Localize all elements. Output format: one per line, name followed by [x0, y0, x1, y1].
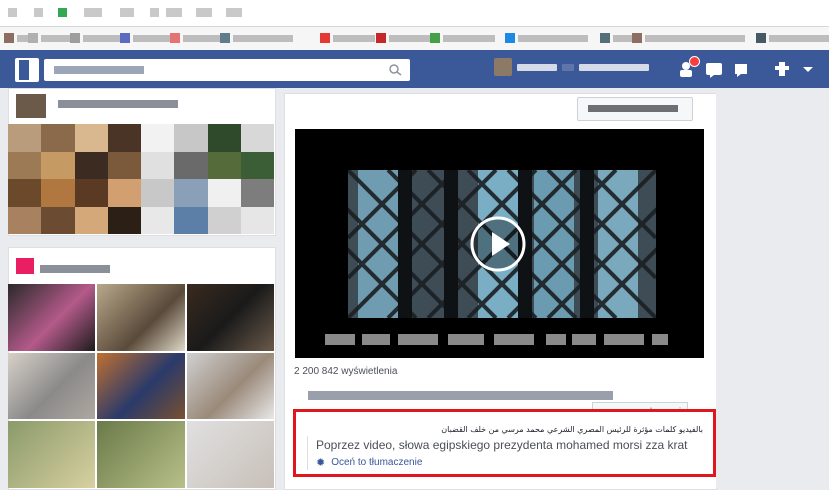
bookmark-item[interactable] [505, 32, 588, 44]
post-title-blurred [308, 391, 613, 400]
messages-icon[interactable] [704, 60, 724, 78]
bookmark-favicon-icon [505, 33, 515, 43]
rate-translation-link[interactable]: ✹ Oceń to tłumaczenie [316, 456, 422, 469]
search-icon[interactable] [388, 63, 404, 77]
browser-icon[interactable] [120, 8, 134, 17]
notifications-icon[interactable] [731, 60, 751, 78]
page-icon [16, 258, 34, 274]
browser-icon[interactable] [58, 8, 67, 17]
video-caption-blurred [604, 334, 644, 345]
bookmark-favicon-icon [320, 33, 330, 43]
card-header-blurred [58, 100, 178, 108]
view-count: 2 200 842 wyświetlenia [294, 366, 398, 377]
bookmark-item[interactable] [28, 32, 71, 44]
bookmark-item[interactable] [430, 32, 495, 44]
grid-photo[interactable] [8, 352, 96, 420]
bookmark-favicon-icon [4, 33, 14, 43]
video-caption-blurred [398, 334, 438, 345]
browser-icon[interactable] [34, 8, 43, 17]
browser-icon[interactable] [8, 8, 17, 17]
bookmark-item[interactable] [632, 32, 745, 44]
play-icon[interactable] [470, 216, 526, 272]
video-caption-blurred [572, 334, 596, 345]
original-text: بالفيديو كلمات مؤثرة للرئيس المصري الشرع… [441, 425, 703, 434]
grid-photo[interactable] [97, 421, 185, 488]
bookmark-item[interactable] [70, 32, 123, 44]
bookmark-item[interactable] [220, 32, 293, 44]
card-header-blurred [40, 265, 110, 273]
bookmark-item[interactable] [170, 32, 223, 44]
gear-icon: ✹ [316, 457, 326, 469]
video-caption-blurred [448, 334, 484, 345]
browser-icon[interactable] [196, 8, 212, 17]
grid-photo[interactable] [186, 421, 274, 488]
bookmark-favicon-icon [220, 33, 230, 43]
avatar [16, 94, 46, 118]
profile-name-blurred [517, 63, 557, 71]
grid-photo[interactable] [186, 352, 274, 420]
facebook-logo-icon[interactable] [15, 58, 39, 82]
avatar [494, 58, 512, 76]
bookmark-item[interactable] [320, 32, 375, 44]
bookmarks-bar [0, 27, 829, 51]
notification-badge [689, 56, 700, 67]
bookmark-item[interactable] [756, 32, 829, 44]
home-link-blurred[interactable] [579, 63, 649, 71]
bookmark-favicon-icon [120, 33, 130, 43]
grid-photo[interactable] [8, 421, 96, 488]
browser-icon[interactable] [226, 8, 242, 17]
right-sidebar [716, 88, 829, 488]
grid-photo[interactable] [8, 284, 96, 351]
video-caption-blurred [494, 334, 534, 345]
grid-photo[interactable] [186, 284, 274, 351]
bookmark-favicon-icon [632, 33, 642, 43]
video-caption-blurred [546, 334, 566, 345]
bookmark-favicon-icon [430, 33, 440, 43]
bookmark-favicon-icon [756, 33, 766, 43]
rate-translation-label: Oceń to tłumaczenie [331, 457, 423, 468]
profile-link[interactable] [494, 58, 649, 76]
blurred-photo[interactable] [8, 124, 274, 234]
video-caption-blurred [652, 334, 668, 345]
chevron-down-icon[interactable] [798, 60, 818, 78]
bookmark-favicon-icon [28, 33, 38, 43]
bookmark-favicon-icon [376, 33, 386, 43]
video-caption-blurred [362, 334, 390, 345]
privacy-icon[interactable] [772, 60, 792, 78]
bookmark-item[interactable] [376, 32, 435, 44]
browser-icon[interactable] [166, 8, 182, 17]
grid-photo[interactable] [97, 352, 185, 420]
bookmark-favicon-icon [70, 33, 80, 43]
bookmark-favicon-icon [170, 33, 180, 43]
browser-address-bar[interactable] [0, 0, 829, 27]
grid-photo[interactable] [97, 284, 185, 351]
search-query-blurred [54, 66, 144, 74]
video-caption-blurred [325, 334, 355, 345]
share-label-blurred [588, 105, 678, 112]
bookmark-item[interactable] [4, 32, 31, 44]
browser-icon[interactable] [150, 8, 159, 17]
browser-icon[interactable] [84, 8, 102, 17]
bookmark-item[interactable] [120, 32, 173, 44]
photo-grid[interactable] [8, 284, 274, 488]
bookmark-favicon-icon [600, 33, 610, 43]
bookmark-item[interactable] [600, 32, 635, 44]
translated-text: Poprzez video, słowa egipskiego prezyden… [316, 438, 688, 452]
translation-divider [307, 436, 308, 470]
share-button[interactable] [577, 97, 693, 121]
search-input[interactable] [44, 59, 410, 81]
